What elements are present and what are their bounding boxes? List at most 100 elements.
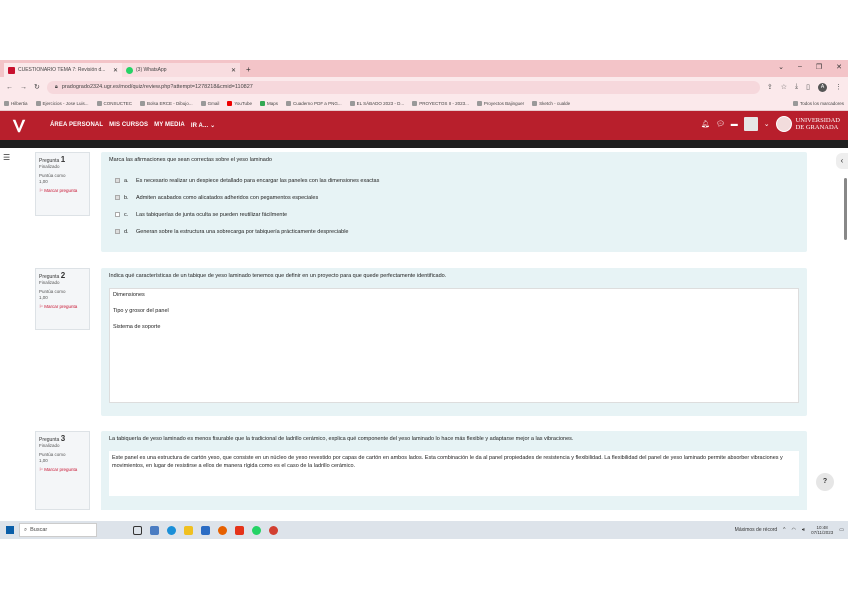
bookmark-item[interactable]: Maps — [260, 101, 278, 106]
flag-question-link[interactable]: ⚐ Marcar pregunta — [39, 304, 86, 310]
bookmark-item[interactable]: Sketch - cualde — [532, 101, 570, 106]
taskbar-apps — [133, 525, 278, 535]
question-info-1: Pregunta 1 Finalizado Puntúa como 1,00 ⚐… — [35, 152, 90, 216]
bookmark-star-icon[interactable]: ☆ — [781, 83, 787, 92]
bookmark-item[interactable]: Gmail — [200, 101, 219, 106]
whatsapp-icon[interactable] — [252, 525, 261, 535]
forward-arrow-icon[interactable]: → — [20, 84, 27, 91]
firefox-icon[interactable] — [218, 525, 227, 535]
notifications-bell-icon[interactable]: 🔔︎ — [701, 120, 710, 128]
prado-logo-icon[interactable] — [10, 117, 28, 135]
clock[interactable]: 10:48 07/11/2023 — [811, 525, 833, 535]
nav-my-media[interactable]: MY MEDIA — [154, 122, 185, 129]
wifi-icon[interactable]: ◠ — [792, 527, 796, 533]
bookmark-item[interactable]: Proyectos Bajinguer — [476, 101, 524, 106]
reload-icon[interactable]: ↻ — [34, 83, 40, 91]
flag-question-link[interactable]: ⚐ Marcar pregunta — [39, 467, 86, 473]
minimize-icon[interactable]: – — [798, 63, 802, 71]
widgets-icon[interactable] — [150, 525, 159, 535]
messages-icon[interactable]: 💬︎ — [716, 120, 725, 128]
question-text: La tabiquería de yeso laminado es menos … — [109, 436, 574, 442]
moodle-favicon-icon — [8, 66, 15, 74]
bookmark-item[interactable]: PROYECTOS II - 2023... — [412, 101, 469, 106]
help-button[interactable]: ? — [816, 473, 834, 491]
file-explorer-icon[interactable] — [184, 525, 193, 535]
answer-option: d. Generan sobre la estructura una sobrec… — [109, 223, 799, 240]
url-field[interactable]: 🔒︎ pradogrado2324.ugr.es/mod/quiz/review… — [46, 80, 760, 94]
user-avatar[interactable] — [743, 117, 758, 131]
bookmark-item[interactable]: YouTube — [227, 101, 252, 106]
bookmark-item[interactable]: EL SÁBADO 2023 - D... — [349, 101, 404, 106]
bookmark-item[interactable]: Hilbertia — [4, 101, 28, 106]
nav-personal-area[interactable]: ÁREA PERSONAL — [50, 122, 103, 129]
question-1-content: Marca las afirmaciones que sean correcta… — [101, 152, 807, 252]
tab-whatsapp[interactable]: (3) WhatsApp ✕ — [122, 63, 240, 77]
drive-icon — [349, 101, 355, 106]
user-menu-chevron-icon[interactable]: ⌄ — [764, 120, 770, 128]
answer-line: Tipo y grosor del panel — [113, 308, 169, 314]
toggle-icon[interactable]: ▬ — [731, 121, 738, 128]
share-icon[interactable]: ⇪ — [767, 83, 773, 92]
notifications-icon[interactable]: ▭ — [839, 527, 844, 533]
gmail-icon — [200, 101, 206, 106]
all-bookmarks[interactable]: Todos los marcadores — [792, 101, 844, 106]
checkbox — [115, 195, 120, 200]
question-text: Indica qué características de un tabique… — [109, 273, 447, 279]
nav-go-to[interactable]: IR A... ⌄ — [191, 122, 215, 129]
question-3-content: La tabiquería de yeso laminado es menos … — [101, 431, 807, 510]
question-text: Marca las afirmaciones que sean correcta… — [109, 157, 272, 163]
answer-option: a. Es necesario realizar un despiece deta… — [109, 172, 799, 189]
volume-icon[interactable]: 🔊︎ — [802, 527, 805, 533]
taskbar-search[interactable]: ⌕ Buscar — [19, 523, 97, 537]
whatsapp-favicon-icon — [126, 66, 133, 74]
sidepanel-icon[interactable]: ▯ — [806, 83, 810, 92]
brave-icon[interactable] — [235, 525, 244, 535]
navbar-right: 🔔︎ 💬︎ ▬ ⌄ UNIVERSIDAD DE GRANADA — [701, 116, 840, 132]
bookmark-icon — [35, 101, 41, 106]
scrollbar-thumb[interactable] — [844, 178, 847, 240]
drawer-menu-icon[interactable]: ☰ — [3, 153, 13, 163]
ugr-name: UNIVERSIDAD DE GRANADA — [795, 117, 840, 131]
bookmark-item[interactable]: Ejercicios - Jose Luis... — [35, 101, 89, 106]
bookmark-item[interactable]: Cuaderno PDF a PNG... — [286, 101, 342, 106]
nav-my-courses[interactable]: MIS CURSOS — [109, 122, 148, 129]
notification-text[interactable]: Máximos de récord — [735, 527, 778, 533]
answer-text-area: Dimensiones Tipo y grosor del panel Sist… — [109, 288, 799, 403]
close-tab-icon[interactable]: ✕ — [113, 67, 118, 74]
profile-avatar[interactable]: A — [818, 82, 827, 92]
question-info-3: Pregunta 3 Finalizado Puntúa como 1,00 ⚐… — [35, 431, 90, 510]
block-drawer-chevron-icon[interactable]: ‹ — [836, 153, 848, 169]
address-bar-row: ← → ↻ 🔒︎ pradogrado2324.ugr.es/mod/quiz/… — [0, 77, 848, 97]
bookmark-icon — [286, 101, 292, 106]
chrome-icon[interactable] — [269, 525, 278, 535]
store-icon[interactable] — [201, 525, 210, 535]
window-controls: ⌄ – ❐ ✕ — [778, 63, 842, 71]
question-number: Pregunta 1 — [39, 155, 66, 165]
question-status: Finalizado — [39, 280, 60, 285]
menu-dots-icon[interactable]: ⋮ — [835, 83, 842, 92]
task-view-icon[interactable] — [133, 525, 142, 535]
checkbox — [115, 229, 120, 234]
edge-icon[interactable] — [167, 525, 176, 535]
close-window-icon[interactable]: ✕ — [836, 63, 842, 71]
tab-quiz[interactable]: CUESTIONARIO TEMA 7: Revisión d... ✕ — [4, 63, 122, 77]
bookmark-item[interactable]: CONSUCTEC — [96, 101, 132, 106]
flag-question-link[interactable]: ⚐ Marcar pregunta — [39, 188, 86, 194]
windows-start-icon[interactable] — [6, 526, 14, 534]
ugr-logo[interactable]: UNIVERSIDAD DE GRANADA — [775, 116, 840, 132]
new-tab-button[interactable]: + — [246, 63, 251, 77]
download-icon[interactable]: ⤓ — [795, 83, 798, 92]
bookmark-item[interactable]: Bolsa ERCE - Dibujo... — [140, 101, 193, 106]
back-arrow-icon[interactable]: ← — [6, 84, 13, 91]
search-placeholder: Buscar — [30, 527, 48, 533]
bookmark-icon — [140, 101, 146, 106]
tab-search-icon[interactable]: ⌄ — [778, 63, 784, 71]
restore-icon[interactable]: ❐ — [816, 63, 822, 71]
windows-taskbar: ⌕ Buscar Máximos de récord ^ ◠ 🔊︎ 10:48 0… — [0, 521, 848, 539]
drive-icon — [412, 101, 418, 106]
folder-icon — [792, 101, 798, 106]
question-info-2: Pregunta 2 Finalizado Puntúa como 1,00 ⚐… — [35, 268, 90, 330]
tray-chevron-icon[interactable]: ^ — [783, 527, 785, 533]
close-tab-icon[interactable]: ✕ — [231, 67, 236, 74]
nav-links: ÁREA PERSONAL MIS CURSOS MY MEDIA IR A..… — [50, 122, 215, 129]
